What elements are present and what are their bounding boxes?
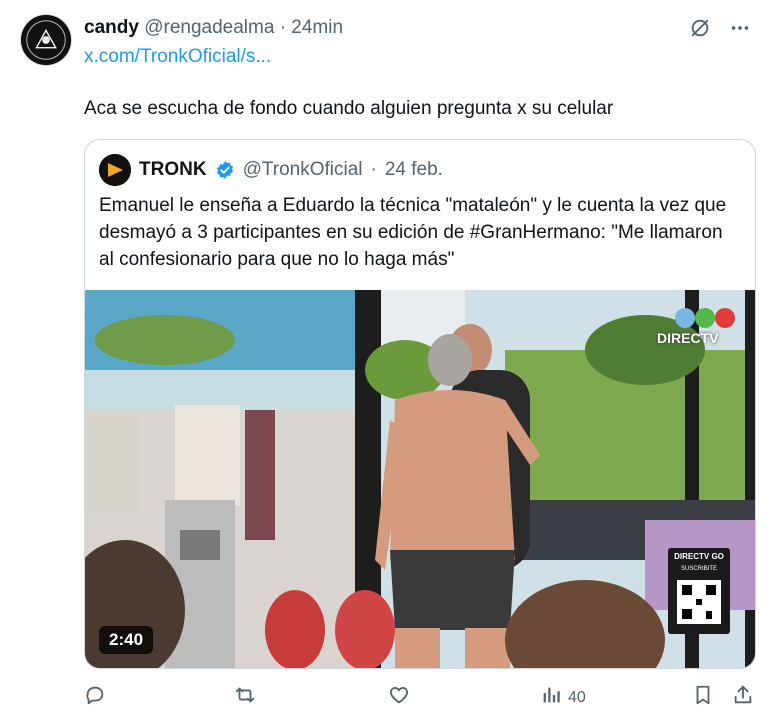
views-button[interactable]: 40: [540, 684, 586, 711]
quoted-date[interactable]: 24 feb.: [385, 159, 443, 181]
quoted-tweet[interactable]: TRONK @TronkOficial · 24 feb. Emanuel le…: [84, 139, 756, 669]
author-handle[interactable]: @rengadealma: [144, 17, 274, 38]
video-player[interactable]: DIRECTV DIRECTV GO SUSCRIBITE 2:40: [85, 290, 755, 668]
promo-title: DIRECTV GO: [674, 552, 724, 561]
retweet-button[interactable]: [234, 684, 256, 711]
channel-logo: DIRECTV: [657, 330, 719, 346]
reply-button[interactable]: [84, 684, 106, 711]
tweet[interactable]: candy @rengadealma · 24min x.com/TronkOf…: [0, 0, 770, 720]
action-bar: 40: [84, 684, 756, 712]
bookmark-icon: [692, 684, 714, 711]
author-name[interactable]: candy: [84, 17, 139, 38]
views-count: 40: [568, 688, 586, 706]
bookmark-button[interactable]: [692, 684, 714, 711]
tweet-time[interactable]: 24min: [291, 17, 343, 38]
video-duration: 2:40: [99, 626, 154, 654]
quoted-name[interactable]: TRONK: [139, 159, 207, 181]
mute-icon[interactable]: [688, 16, 712, 40]
tweet-text: Aca se escucha de fondo cuando alguien p…: [84, 98, 614, 119]
more-icon[interactable]: [728, 16, 752, 40]
separator: ·: [279, 17, 287, 38]
reply-icon: [84, 684, 106, 711]
verified-badge-icon: [215, 160, 235, 180]
like-button[interactable]: [388, 684, 410, 711]
tweet-link[interactable]: x.com/TronkOficial/s...: [84, 46, 271, 68]
quoted-handle[interactable]: @TronkOficial: [243, 159, 363, 181]
quoted-avatar-icon[interactable]: [99, 154, 131, 186]
tweet-header: candy @rengadealma · 24min: [84, 16, 343, 40]
views-icon: [540, 684, 562, 711]
like-icon: [388, 684, 410, 711]
retweet-icon: [234, 684, 256, 711]
video-frame: [85, 290, 755, 668]
quoted-text: Emanuel le enseña a Eduardo la técnica "…: [99, 195, 727, 270]
share-button[interactable]: [732, 684, 754, 711]
quoted-header: TRONK @TronkOficial · 24 feb.: [99, 154, 443, 186]
share-icon: [732, 684, 754, 711]
separator: ·: [370, 159, 377, 180]
user-avatar-icon[interactable]: [20, 14, 72, 66]
promo-sub: SUSCRIBITE: [680, 566, 717, 572]
top-actions: [688, 16, 752, 40]
